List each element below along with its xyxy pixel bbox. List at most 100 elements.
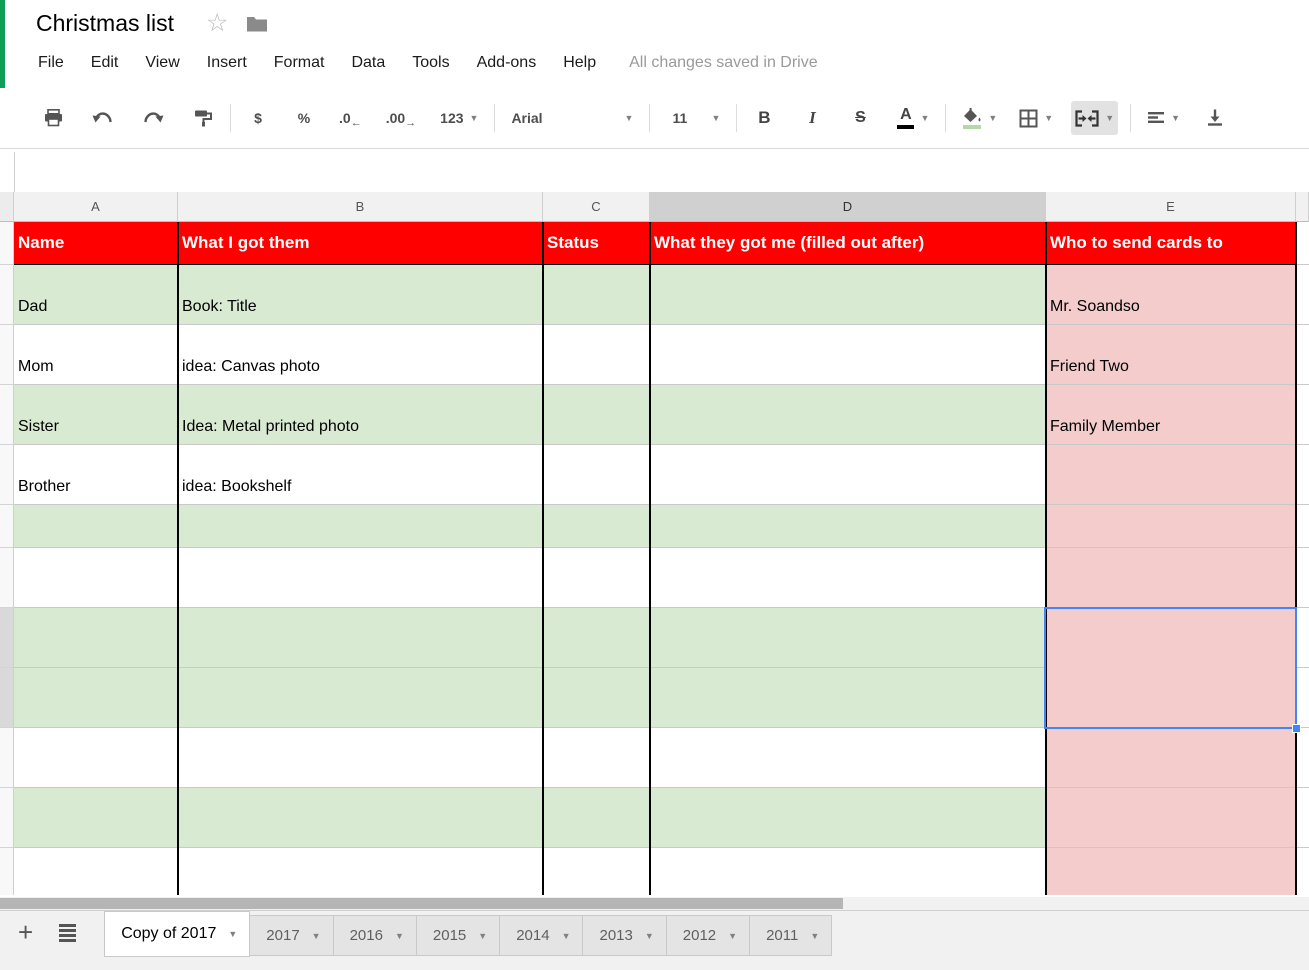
column-header-A[interactable]: A — [14, 192, 178, 222]
cell[interactable]: Dad — [14, 265, 178, 325]
cell[interactable] — [650, 505, 1046, 548]
cell[interactable] — [14, 728, 178, 788]
cell[interactable]: Who to send cards to — [1046, 222, 1296, 265]
cell[interactable]: Name — [14, 222, 178, 265]
menu-view[interactable]: View — [145, 54, 179, 72]
cell[interactable] — [14, 668, 178, 728]
sheet-tab-2013[interactable]: 2013▼ — [583, 915, 666, 956]
cell[interactable]: idea: Canvas photo — [178, 325, 543, 385]
cell[interactable] — [1296, 445, 1309, 505]
document-title[interactable]: Christmas list — [36, 10, 174, 37]
row-header[interactable] — [0, 668, 14, 728]
cell[interactable] — [1046, 608, 1296, 668]
column-header-C[interactable]: C — [543, 192, 650, 222]
cell[interactable] — [14, 548, 178, 608]
paint-format-button[interactable] — [188, 101, 218, 135]
row-header[interactable] — [0, 265, 14, 325]
row-header[interactable] — [0, 222, 14, 265]
sheet-tab-2011[interactable]: 2011▼ — [750, 915, 832, 956]
cell[interactable] — [1296, 505, 1309, 548]
cell[interactable] — [1296, 788, 1309, 848]
sheet-tab-2017[interactable]: 2017▼ — [250, 915, 333, 956]
cell[interactable] — [650, 325, 1046, 385]
cell[interactable] — [543, 505, 650, 548]
cell[interactable] — [178, 788, 543, 848]
decrease-decimal-button[interactable]: .0← — [335, 101, 366, 135]
increase-decimal-button[interactable]: .00→ — [382, 101, 420, 135]
cell[interactable] — [178, 608, 543, 668]
cell[interactable] — [650, 445, 1046, 505]
cell[interactable] — [543, 668, 650, 728]
menu-tools[interactable]: Tools — [412, 54, 449, 72]
sheet-tab-2014[interactable]: 2014▼ — [500, 915, 583, 956]
row-header[interactable] — [0, 325, 14, 385]
cell[interactable] — [650, 385, 1046, 445]
cell[interactable]: What I got them — [178, 222, 543, 265]
cell[interactable]: Sister — [14, 385, 178, 445]
cell[interactable] — [543, 445, 650, 505]
row-header[interactable] — [0, 548, 14, 608]
borders-button[interactable]: ▼ — [1015, 101, 1057, 135]
merge-cells-button[interactable]: ▼ — [1071, 101, 1118, 135]
cell[interactable]: Brother — [14, 445, 178, 505]
cell[interactable] — [650, 548, 1046, 608]
cell[interactable] — [543, 788, 650, 848]
cell[interactable] — [1296, 608, 1309, 668]
italic-button[interactable]: I — [797, 101, 827, 135]
cell[interactable] — [1046, 548, 1296, 608]
font-family-select[interactable]: Arial▼ — [507, 101, 637, 135]
cell[interactable] — [543, 325, 650, 385]
cell[interactable] — [650, 728, 1046, 788]
fill-color-button[interactable]: ▼ — [958, 101, 1001, 135]
corner-box[interactable] — [0, 192, 14, 222]
row-header[interactable] — [0, 608, 14, 668]
cell[interactable] — [1046, 848, 1296, 895]
sheet-tab-2016[interactable]: 2016▼ — [334, 915, 417, 956]
row-header[interactable] — [0, 505, 14, 548]
star-icon[interactable]: ☆ — [206, 11, 228, 36]
selection-fill-handle[interactable] — [1292, 724, 1301, 733]
row-header[interactable] — [0, 728, 14, 788]
cell[interactable] — [543, 385, 650, 445]
cell[interactable] — [650, 788, 1046, 848]
all-sheets-button[interactable] — [59, 922, 76, 942]
sheet-tab-copy-of-2017[interactable]: Copy of 2017▼ — [104, 911, 250, 957]
redo-button[interactable] — [138, 101, 168, 135]
cell[interactable] — [1296, 222, 1309, 265]
horizontal-scrollbar-track[interactable] — [0, 897, 1309, 910]
bold-button[interactable]: B — [749, 101, 779, 135]
cell[interactable] — [178, 505, 543, 548]
menu-help[interactable]: Help — [563, 54, 596, 72]
more-formats-button[interactable]: 123▼ — [436, 101, 482, 135]
print-button[interactable] — [38, 101, 68, 135]
row-header[interactable] — [0, 848, 14, 895]
text-color-button[interactable]: A ▼ — [893, 101, 933, 135]
cell[interactable] — [1046, 788, 1296, 848]
cell[interactable] — [1296, 265, 1309, 325]
horizontal-align-button[interactable]: ▼ — [1143, 101, 1184, 135]
menu-file[interactable]: File — [38, 54, 64, 72]
cell[interactable] — [543, 548, 650, 608]
cell[interactable] — [178, 728, 543, 788]
cell[interactable] — [178, 848, 543, 895]
cell[interactable] — [178, 668, 543, 728]
vertical-align-button[interactable] — [1200, 101, 1230, 135]
font-size-select[interactable]: 11▼ — [662, 101, 724, 135]
column-header-D[interactable]: D — [650, 192, 1046, 222]
menu-edit[interactable]: Edit — [91, 54, 119, 72]
cell[interactable] — [543, 728, 650, 788]
cell[interactable] — [14, 505, 178, 548]
cell[interactable] — [14, 788, 178, 848]
cell[interactable] — [1046, 668, 1296, 728]
row-header[interactable] — [0, 788, 14, 848]
cell[interactable]: Status — [543, 222, 650, 265]
sheet-tab-2012[interactable]: 2012▼ — [667, 915, 750, 956]
cell[interactable] — [1296, 668, 1309, 728]
menu-addons[interactable]: Add-ons — [477, 54, 537, 72]
add-sheet-button[interactable]: + — [18, 919, 33, 945]
cell[interactable] — [1046, 505, 1296, 548]
cell[interactable] — [1296, 548, 1309, 608]
column-header-sliver[interactable] — [1296, 192, 1309, 222]
format-currency-button[interactable]: $ — [243, 101, 273, 135]
sheet-tab-2015[interactable]: 2015▼ — [417, 915, 500, 956]
